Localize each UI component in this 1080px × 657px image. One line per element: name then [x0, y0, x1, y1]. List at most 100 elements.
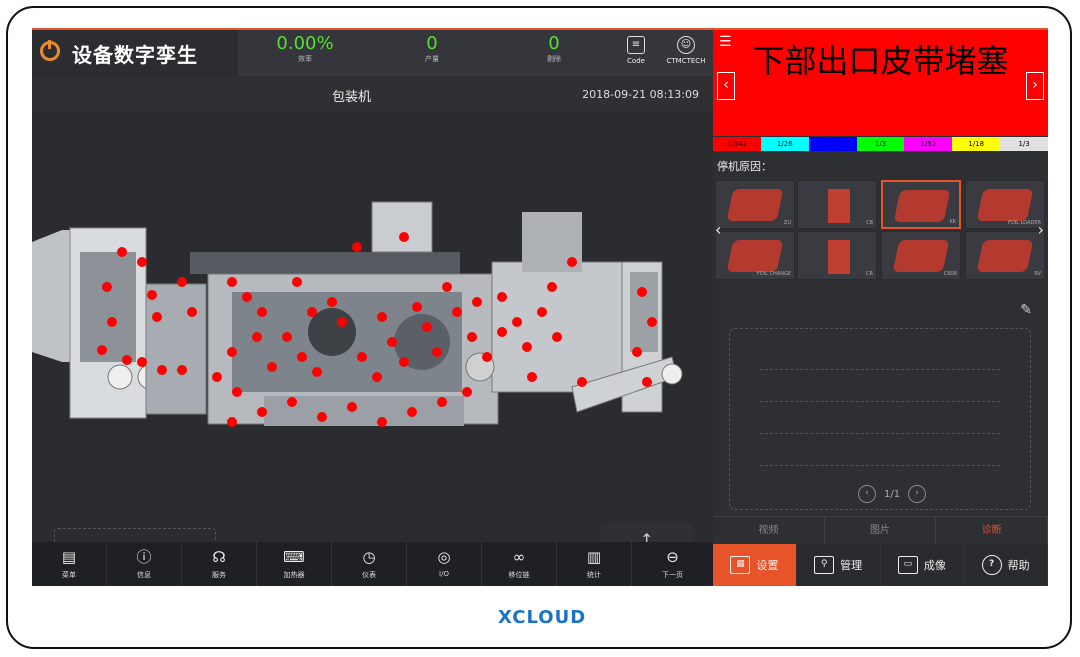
metric-label: 效率	[298, 55, 312, 63]
imaging-icon: ▭	[897, 556, 918, 574]
count-yellow[interactable]: 1/18	[952, 137, 1001, 151]
chain-icon: ∞	[512, 548, 526, 566]
bottom-nav: ▤ 菜单 ⓘ 信息 ☊ 服务 ⌨ 加热器 ◷ 仪表 ◎ I/O ∞ 移位链 ▥ 统计 ⊖ 下一页	[32, 542, 713, 586]
page-indicator: 1/1	[884, 489, 901, 500]
alarm-next-button[interactable]: ›	[1026, 72, 1044, 100]
thumb-cb[interactable]: CB	[797, 180, 877, 229]
count-magenta[interactable]: 1/52	[904, 137, 953, 151]
thumb-foil-loader[interactable]: FOIL LOADER	[965, 180, 1045, 229]
nav-label: 统计	[587, 571, 601, 579]
count-grey[interactable]: 1/3	[1000, 137, 1048, 151]
nav-label: I/O	[439, 570, 449, 578]
alarm-prev-button[interactable]: ‹	[717, 72, 735, 100]
sub-header: 包装机 2018-09-21 08:13:09	[32, 76, 713, 112]
nav-menu[interactable]: ▤ 菜单	[32, 542, 107, 586]
code-button[interactable]: ≡ Code	[614, 36, 658, 65]
nav-label: 加热器	[283, 571, 305, 579]
metric-reject: 0 剔除	[509, 34, 599, 64]
next-page-icon: ⊖	[666, 548, 679, 566]
thumb-caption: RV	[1034, 271, 1041, 277]
nav-service[interactable]: ☊ 服务	[182, 542, 257, 586]
user-icon: ☺	[677, 36, 695, 54]
machine-title: 包装机	[332, 90, 372, 105]
service-icon: ☊	[212, 548, 226, 566]
thumb-foil-change[interactable]: FOIL CHANGE	[715, 231, 795, 280]
nav-io[interactable]: ◎ I/O	[407, 542, 482, 586]
gallery-prev-icon[interactable]: ‹	[715, 220, 721, 239]
help-icon: ?	[981, 555, 1002, 575]
app-title: 设备数字孪生	[72, 43, 198, 67]
thumb-kk[interactable]: KK	[881, 180, 961, 229]
gallery-next-icon[interactable]: ›	[1038, 220, 1044, 239]
note-line	[760, 369, 1000, 370]
nav-meter[interactable]: ◷ 仪表	[332, 542, 407, 586]
stop-reason-label: 停机原因：	[717, 160, 772, 173]
info-icon: ⓘ	[136, 548, 152, 566]
note-line	[760, 465, 1000, 466]
code-label: Code	[627, 57, 645, 65]
manage-icon: ⚲	[814, 556, 835, 574]
settings-icon: ▦	[730, 556, 751, 574]
nav-info[interactable]: ⓘ 信息	[107, 542, 182, 586]
hmi-screen: 设备数字孪生 0.00% 效率 0 产量 0 剔除 ≡ Code ☺ CTMCT…	[32, 28, 1048, 586]
thumb-zu[interactable]: ZU	[715, 180, 795, 229]
count-cyan[interactable]: 1/26	[760, 137, 809, 151]
count-red[interactable]: 1/342	[713, 137, 761, 151]
imaging-button[interactable]: ▭ 成像	[880, 544, 965, 586]
metric-label: 产量	[425, 55, 439, 63]
stop-reason-gallery: ZU CB KK FOIL LOADER FOIL CHANGE CR CB08…	[713, 180, 1048, 284]
page-prev-icon[interactable]: ‹	[858, 485, 876, 503]
list-icon[interactable]: ☰	[719, 34, 732, 50]
right-nav: ▦ 设置 ⚲ 管理 ▭ 成像 ? 帮助	[713, 544, 1048, 586]
thumb-caption: FOIL LOADER	[1007, 220, 1041, 226]
thumb-caption: CB	[866, 220, 873, 226]
user-button[interactable]: ☺ CTMCTECH	[664, 36, 708, 65]
thumb-caption: CR	[866, 271, 873, 277]
nav-chain[interactable]: ∞ 移位链	[482, 542, 557, 586]
metric-value: 0.00%	[276, 33, 334, 54]
nav-label: 服务	[212, 571, 226, 579]
nav-label: 信息	[137, 571, 151, 579]
help-button[interactable]: ? 帮助	[964, 544, 1048, 586]
thumb-cb08[interactable]: CB08	[881, 231, 961, 280]
manage-label: 管理	[840, 559, 863, 572]
nav-label: 仪表	[362, 571, 376, 579]
alarm-message: 下部出口皮带堵塞	[752, 42, 1009, 80]
thumb-caption: ZU	[783, 220, 791, 226]
edit-icon[interactable]: ✎	[1020, 302, 1032, 318]
datetime: 2018-09-21 08:13:09	[582, 88, 699, 101]
page-next-icon[interactable]: ›	[908, 485, 927, 503]
tab-diagnosis[interactable]: 诊断	[936, 517, 1048, 545]
tab-video[interactable]: 视频	[713, 517, 825, 545]
metric-label: 剔除	[547, 55, 561, 63]
count-green[interactable]: 1/3	[856, 137, 905, 151]
power-icon[interactable]	[40, 40, 60, 61]
nav-label: 移位链	[508, 571, 530, 579]
note-line	[760, 401, 1000, 402]
user-label: CTMCTECH	[666, 57, 706, 65]
media-tabs: 视频 图片 诊断	[713, 516, 1048, 545]
diagnosis-notes[interactable]: ‹ 1/1 ›	[729, 328, 1031, 510]
machine-view[interactable]: deg 0 ↑ ← ↻ → ↓	[32, 112, 713, 586]
manage-button[interactable]: ⚲ 管理	[796, 544, 881, 586]
nav-next-page[interactable]: ⊖ 下一页	[632, 542, 713, 586]
machine-illustration[interactable]	[32, 112, 713, 532]
nav-stats[interactable]: ▥ 统计	[557, 542, 632, 586]
thumb-cr[interactable]: CR	[797, 231, 877, 280]
metric-output: 0 产量	[387, 34, 477, 64]
nav-heater[interactable]: ⌨ 加热器	[257, 542, 332, 586]
tab-images[interactable]: 图片	[825, 517, 937, 545]
thumb-rv[interactable]: RV	[965, 231, 1045, 280]
stats-icon: ▥	[586, 548, 602, 566]
menu-icon: ▤	[61, 548, 77, 566]
note-line	[760, 433, 1000, 434]
count-blue[interactable]: 8	[808, 137, 857, 151]
nav-label: 菜单	[62, 571, 76, 579]
metric-efficiency: 0.00% 效率	[260, 34, 350, 64]
metric-value: 0	[426, 33, 438, 54]
alarm-banner: ☰ ‹ 下部出口皮带堵塞 ›	[713, 30, 1048, 136]
right-panel: ☰ ‹ 下部出口皮带堵塞 › 1/342 1/26 8 1/3 1/52 1/1…	[713, 30, 1048, 586]
thumb-caption: CB08	[943, 271, 957, 277]
settings-button[interactable]: ▦ 设置	[713, 544, 797, 586]
nav-label: 下一页	[662, 571, 683, 579]
